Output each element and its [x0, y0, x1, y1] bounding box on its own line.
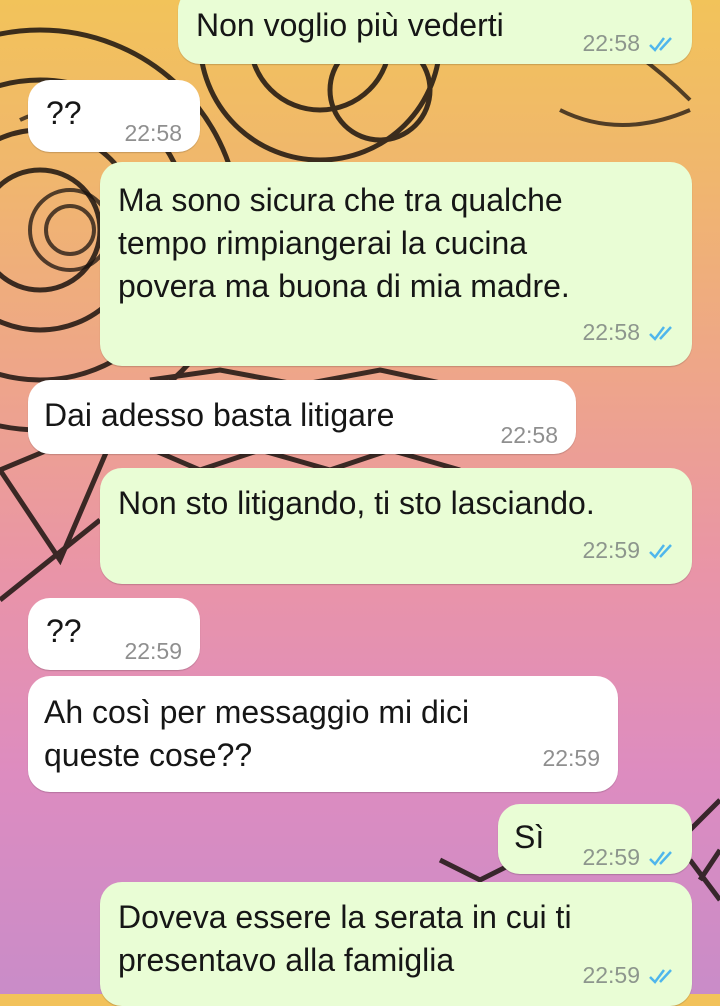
message-text: Dai adesso basta litigare	[44, 397, 395, 433]
read-ticks-icon	[649, 36, 672, 52]
message-text: Ah così per messaggio mi dici queste cos…	[44, 694, 470, 773]
message-time: 22:58	[500, 422, 558, 448]
message-meta: 22:58	[500, 414, 558, 457]
message-meta: 22:59	[582, 954, 678, 997]
message-bubble-outgoing[interactable]: Doveva essere la serata in cui ti presen…	[100, 882, 692, 1006]
message-meta: 22:59	[582, 836, 678, 879]
message-time: 22:59	[582, 844, 640, 870]
read-ticks-icon	[649, 325, 672, 341]
read-ticks-icon	[649, 543, 672, 559]
message-meta: 22:58	[124, 112, 182, 155]
message-time: 22:58	[124, 120, 182, 146]
message-time: 22:58	[582, 319, 640, 345]
message-bubble-incoming[interactable]: ?? 22:59	[28, 598, 200, 670]
message-meta: 22:59	[124, 630, 182, 673]
message-time: 22:59	[542, 745, 600, 771]
message-time: 22:59	[124, 638, 182, 664]
message-bubble-outgoing[interactable]: Non voglio più vederti 22:58	[178, 0, 692, 64]
message-meta: 22:58	[582, 22, 678, 65]
message-bubble-outgoing[interactable]: Non sto litigando, ti sto lasciando. 22:…	[100, 468, 692, 584]
message-time: 22:59	[582, 537, 640, 563]
message-bubble-incoming[interactable]: Dai adesso basta litigare 22:58	[28, 380, 576, 454]
message-time: 22:58	[582, 30, 640, 56]
message-bubble-incoming[interactable]: ?? 22:58	[28, 80, 200, 152]
read-ticks-icon	[649, 850, 672, 866]
message-meta: 22:59	[542, 737, 600, 780]
message-text: Non voglio più vederti	[196, 7, 504, 43]
message-text: ??	[46, 613, 82, 649]
message-text: Ma sono sicura che tra qualche tempo rim…	[118, 182, 570, 304]
message-text: ??	[46, 95, 82, 131]
message-bubble-outgoing[interactable]: Ma sono sicura che tra qualche tempo rim…	[100, 162, 692, 366]
message-text: Non sto litigando, ti sto lasciando.	[118, 485, 595, 521]
message-meta: 22:59	[582, 529, 678, 572]
message-text: Doveva essere la serata in cui ti presen…	[118, 899, 572, 978]
message-text: Sì	[514, 819, 545, 855]
message-bubble-outgoing[interactable]: Sì 22:59	[498, 804, 692, 874]
message-meta: 22:58	[582, 311, 678, 354]
read-ticks-icon	[649, 968, 672, 984]
message-time: 22:59	[582, 962, 640, 988]
message-bubble-incoming[interactable]: Ah così per messaggio mi dici queste cos…	[28, 676, 618, 792]
